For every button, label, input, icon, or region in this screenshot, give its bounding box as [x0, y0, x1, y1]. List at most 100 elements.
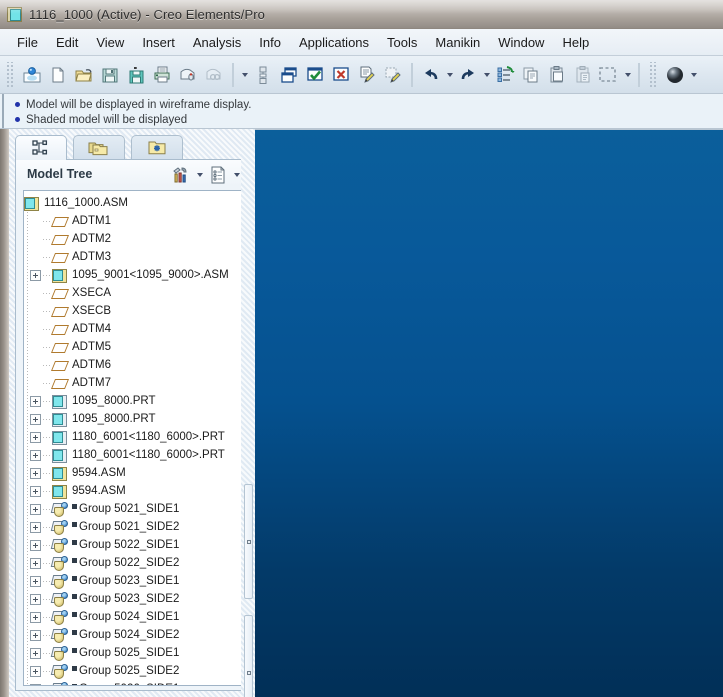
- undo-icon[interactable]: [418, 62, 444, 88]
- link-icon[interactable]: [201, 62, 227, 88]
- tree-row[interactable]: 1095_9001<1095_9000>.ASM: [24, 266, 242, 284]
- expand-plus-icon[interactable]: [30, 648, 41, 659]
- model-tree-tab[interactable]: [15, 135, 67, 160]
- toolbar-grip[interactable]: [6, 62, 15, 88]
- menu-item-insert[interactable]: Insert: [133, 32, 184, 53]
- window-icon[interactable]: [276, 62, 302, 88]
- tree-row[interactable]: ADTM1: [24, 212, 242, 230]
- menu-item-info[interactable]: Info: [250, 32, 290, 53]
- expand-plus-icon[interactable]: [30, 558, 41, 569]
- tree-row[interactable]: Group 5024_SIDE2: [24, 626, 242, 644]
- tree-row[interactable]: XSECA: [24, 284, 242, 302]
- refresh-list-icon[interactable]: [492, 62, 518, 88]
- splitter-handle[interactable]: [244, 615, 253, 697]
- menu-item-applications[interactable]: Applications: [290, 32, 378, 53]
- save-a-copy-icon[interactable]: [123, 62, 149, 88]
- new-session-icon[interactable]: [19, 62, 45, 88]
- send-mail-icon[interactable]: [175, 62, 201, 88]
- tree-row[interactable]: Group 5022_SIDE1: [24, 536, 242, 554]
- menu-item-window[interactable]: Window: [489, 32, 553, 53]
- redo-icon[interactable]: [455, 62, 481, 88]
- tree-item-label: 1180_6001<1180_6000>.PRT: [72, 446, 225, 464]
- new-file-icon[interactable]: [45, 62, 71, 88]
- tree-row[interactable]: 1095_8000.PRT: [24, 392, 242, 410]
- tree-row[interactable]: ADTM6: [24, 356, 242, 374]
- tree-row[interactable]: ADTM2: [24, 230, 242, 248]
- tree-row[interactable]: Group 5022_SIDE2: [24, 554, 242, 572]
- tree-row[interactable]: ADTM7: [24, 374, 242, 392]
- graphics-area[interactable]: [255, 130, 723, 697]
- menu-item-tools[interactable]: Tools: [378, 32, 426, 53]
- tree-row[interactable]: 1095_8000.PRT: [24, 410, 242, 428]
- menu-item-manikin[interactable]: Manikin: [426, 32, 489, 53]
- close-window-icon[interactable]: [328, 62, 354, 88]
- expand-plus-icon[interactable]: [30, 504, 41, 515]
- tree-row[interactable]: 9594.ASM: [24, 482, 242, 500]
- tree-row[interactable]: Group 5025_SIDE1: [24, 644, 242, 662]
- expand-plus-icon[interactable]: [30, 450, 41, 461]
- select-dropdown-arrow[interactable]: [622, 62, 633, 88]
- copy-icon[interactable]: [518, 62, 544, 88]
- menu-item-analysis[interactable]: Analysis: [184, 32, 250, 53]
- expand-plus-icon[interactable]: [30, 540, 41, 551]
- select-box-icon[interactable]: [596, 62, 622, 88]
- expand-plus-icon[interactable]: [30, 630, 41, 641]
- tree-columns-icon[interactable]: [205, 162, 231, 188]
- model-tree-list[interactable]: 1116_1000.ASMADTM1ADTM2ADTM31095_9001<10…: [23, 190, 243, 686]
- tree-row[interactable]: Group 5021_SIDE1: [24, 500, 242, 518]
- layer-tree-icon[interactable]: [250, 62, 276, 88]
- expand-plus-icon[interactable]: [30, 396, 41, 407]
- title-bar[interactable]: 1116_1000 (Active) - Creo Elements/Pro: [0, 0, 723, 29]
- toolbar-grip[interactable]: [649, 62, 658, 88]
- menu-item-view[interactable]: View: [87, 32, 133, 53]
- redo-dropdown-arrow[interactable]: [481, 62, 492, 88]
- tree-row[interactable]: Group 5023_SIDE1: [24, 572, 242, 590]
- expand-plus-icon[interactable]: [30, 684, 41, 687]
- expand-plus-icon[interactable]: [30, 486, 41, 497]
- regenerate-check-icon[interactable]: [302, 62, 328, 88]
- tree-row[interactable]: Group 5025_SIDE2: [24, 662, 242, 680]
- save-icon[interactable]: [97, 62, 123, 88]
- layer-dropdown-arrow[interactable]: [239, 62, 250, 88]
- panel-splitter[interactable]: [241, 129, 255, 697]
- menu-item-help[interactable]: Help: [553, 32, 598, 53]
- expand-plus-icon[interactable]: [30, 576, 41, 587]
- tree-guide-line: [43, 356, 52, 374]
- display-style-sphere-icon[interactable]: [662, 62, 688, 88]
- tree-row[interactable]: 1180_6001<1180_6000>.PRT: [24, 446, 242, 464]
- expand-plus-icon[interactable]: [30, 414, 41, 425]
- tree-row[interactable]: 1116_1000.ASM: [24, 194, 242, 212]
- folder-browser-tab[interactable]: [73, 135, 125, 160]
- tree-row[interactable]: XSECB: [24, 302, 242, 320]
- menu-item-file[interactable]: File: [8, 32, 47, 53]
- expand-plus-icon[interactable]: [30, 666, 41, 677]
- expand-plus-icon[interactable]: [30, 522, 41, 533]
- tree-row[interactable]: ADTM3: [24, 248, 242, 266]
- settings-dropdown-arrow[interactable]: [194, 162, 205, 188]
- open-folder-icon[interactable]: [71, 62, 97, 88]
- menu-item-edit[interactable]: Edit: [47, 32, 87, 53]
- expand-plus-icon[interactable]: [30, 612, 41, 623]
- display-style-dropdown-arrow[interactable]: [688, 62, 699, 88]
- expand-plus-icon[interactable]: [30, 468, 41, 479]
- edit-note-icon[interactable]: [354, 62, 380, 88]
- splitter-handle[interactable]: [244, 484, 253, 599]
- print-icon[interactable]: [149, 62, 175, 88]
- erase-icon[interactable]: [380, 62, 406, 88]
- favorites-tab[interactable]: [131, 135, 183, 160]
- tree-row[interactable]: 9594.ASM: [24, 464, 242, 482]
- tree-row[interactable]: Group 5024_SIDE1: [24, 608, 242, 626]
- settings-tools-icon[interactable]: [168, 162, 194, 188]
- tree-row[interactable]: Group 5021_SIDE2: [24, 518, 242, 536]
- paste-icon[interactable]: [544, 62, 570, 88]
- tree-row[interactable]: Group 5026_SIDE1: [24, 680, 242, 686]
- paste-special-icon[interactable]: [570, 62, 596, 88]
- tree-row[interactable]: Group 5023_SIDE2: [24, 590, 242, 608]
- expand-plus-icon[interactable]: [30, 270, 41, 281]
- tree-row[interactable]: ADTM5: [24, 338, 242, 356]
- tree-row[interactable]: 1180_6001<1180_6000>.PRT: [24, 428, 242, 446]
- expand-plus-icon[interactable]: [30, 594, 41, 605]
- expand-plus-icon[interactable]: [30, 432, 41, 443]
- undo-dropdown-arrow[interactable]: [444, 62, 455, 88]
- tree-row[interactable]: ADTM4: [24, 320, 242, 338]
